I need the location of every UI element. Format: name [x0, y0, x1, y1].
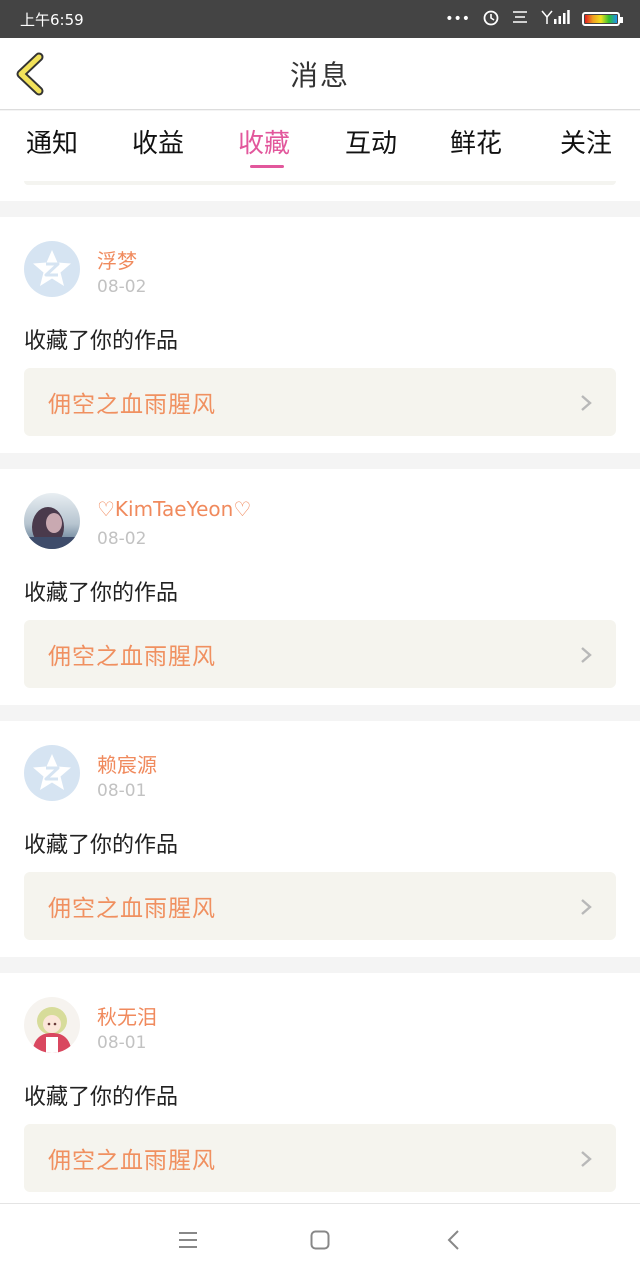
message-text: 收藏了你的作品 — [24, 581, 179, 606]
square-home-icon — [310, 1230, 330, 1250]
more-dots-icon: ••• — [445, 11, 470, 27]
app-header: 消息 — [0, 38, 640, 110]
tab-interactions[interactable]: 互动 — [345, 123, 397, 160]
nav-home-button[interactable] — [310, 1230, 330, 1254]
work-link[interactable]: 佣空之血雨腥风 — [24, 620, 616, 688]
default-avatar-icon — [33, 250, 71, 286]
menu-icon — [179, 1232, 197, 1248]
message-date: 08-01 — [97, 781, 147, 801]
tab-favorites[interactable]: 收藏 — [238, 123, 290, 160]
status-time: 上午6:59 — [20, 10, 84, 29]
message-list[interactable]: 浮梦 08-02 收藏了你的作品 佣空之血雨腥风 ♡KimTaeYeon♡ 08… — [0, 181, 640, 1209]
back-button[interactable] — [12, 52, 52, 96]
nav-back-button[interactable] — [446, 1230, 460, 1254]
previous-card-edge — [0, 181, 640, 201]
work-title: 佣空之血雨腥风 — [48, 644, 216, 670]
status-icons: ••• — [445, 8, 623, 30]
avatar[interactable] — [24, 745, 80, 801]
user-photo-avatar — [24, 493, 80, 549]
anime-avatar — [24, 997, 80, 1053]
tab-follows[interactable]: 关注 — [560, 123, 612, 160]
chevron-left-icon — [16, 52, 44, 96]
username[interactable]: 赖宸源 — [97, 749, 157, 778]
message-date: 08-02 — [97, 277, 147, 297]
chevron-right-icon — [581, 647, 592, 663]
alarm-icon — [482, 8, 500, 30]
message-date: 08-02 — [97, 529, 147, 549]
message-text: 收藏了你的作品 — [24, 833, 179, 858]
list-item: 赖宸源 08-01 收藏了你的作品 佣空之血雨腥风 — [0, 721, 640, 957]
username[interactable]: ♡KimTaeYeon♡ — [97, 497, 251, 521]
tab-notifications[interactable]: 通知 — [26, 123, 78, 160]
username[interactable]: 秋无泪 — [97, 1001, 157, 1030]
default-avatar-icon — [33, 754, 71, 790]
username[interactable]: 浮梦 — [97, 245, 137, 274]
avatar[interactable] — [24, 493, 80, 549]
tab-flowers[interactable]: 鲜花 — [450, 123, 502, 160]
work-title: 佣空之血雨腥风 — [48, 392, 216, 418]
work-link[interactable]: 佣空之血雨腥风 — [24, 872, 616, 940]
signal-menu-icon — [512, 10, 528, 28]
list-item: ♡KimTaeYeon♡ 08-02 收藏了你的作品 佣空之血雨腥风 — [0, 469, 640, 705]
chevron-right-icon — [581, 1151, 592, 1167]
nav-menu-button[interactable] — [178, 1230, 198, 1254]
work-title: 佣空之血雨腥风 — [48, 896, 216, 922]
avatar[interactable] — [24, 997, 80, 1053]
signal-bars-icon — [540, 9, 570, 29]
avatar[interactable] — [24, 241, 80, 297]
page-title: 消息 — [289, 58, 350, 92]
system-nav-bar — [0, 1203, 640, 1280]
status-bar: 上午6:59 ••• — [0, 0, 640, 38]
work-link[interactable]: 佣空之血雨腥风 — [24, 1124, 616, 1192]
tab-bar: 通知 收益 收藏 互动 鲜花 关注 — [0, 111, 640, 181]
list-item: 秋无泪 08-01 收藏了你的作品 佣空之血雨腥风 — [0, 973, 640, 1209]
work-title: 佣空之血雨腥风 — [48, 1148, 216, 1174]
message-text: 收藏了你的作品 — [24, 329, 179, 354]
battery-icon — [582, 12, 623, 26]
message-text: 收藏了你的作品 — [24, 1085, 179, 1110]
work-link[interactable]: 佣空之血雨腥风 — [24, 368, 616, 436]
chevron-right-icon — [581, 899, 592, 915]
message-date: 08-01 — [97, 1033, 147, 1053]
active-tab-indicator — [250, 165, 284, 168]
back-arrow-icon — [447, 1230, 459, 1250]
chevron-right-icon — [581, 395, 592, 411]
list-item: 浮梦 08-02 收藏了你的作品 佣空之血雨腥风 — [0, 217, 640, 453]
tab-earnings[interactable]: 收益 — [132, 123, 184, 160]
